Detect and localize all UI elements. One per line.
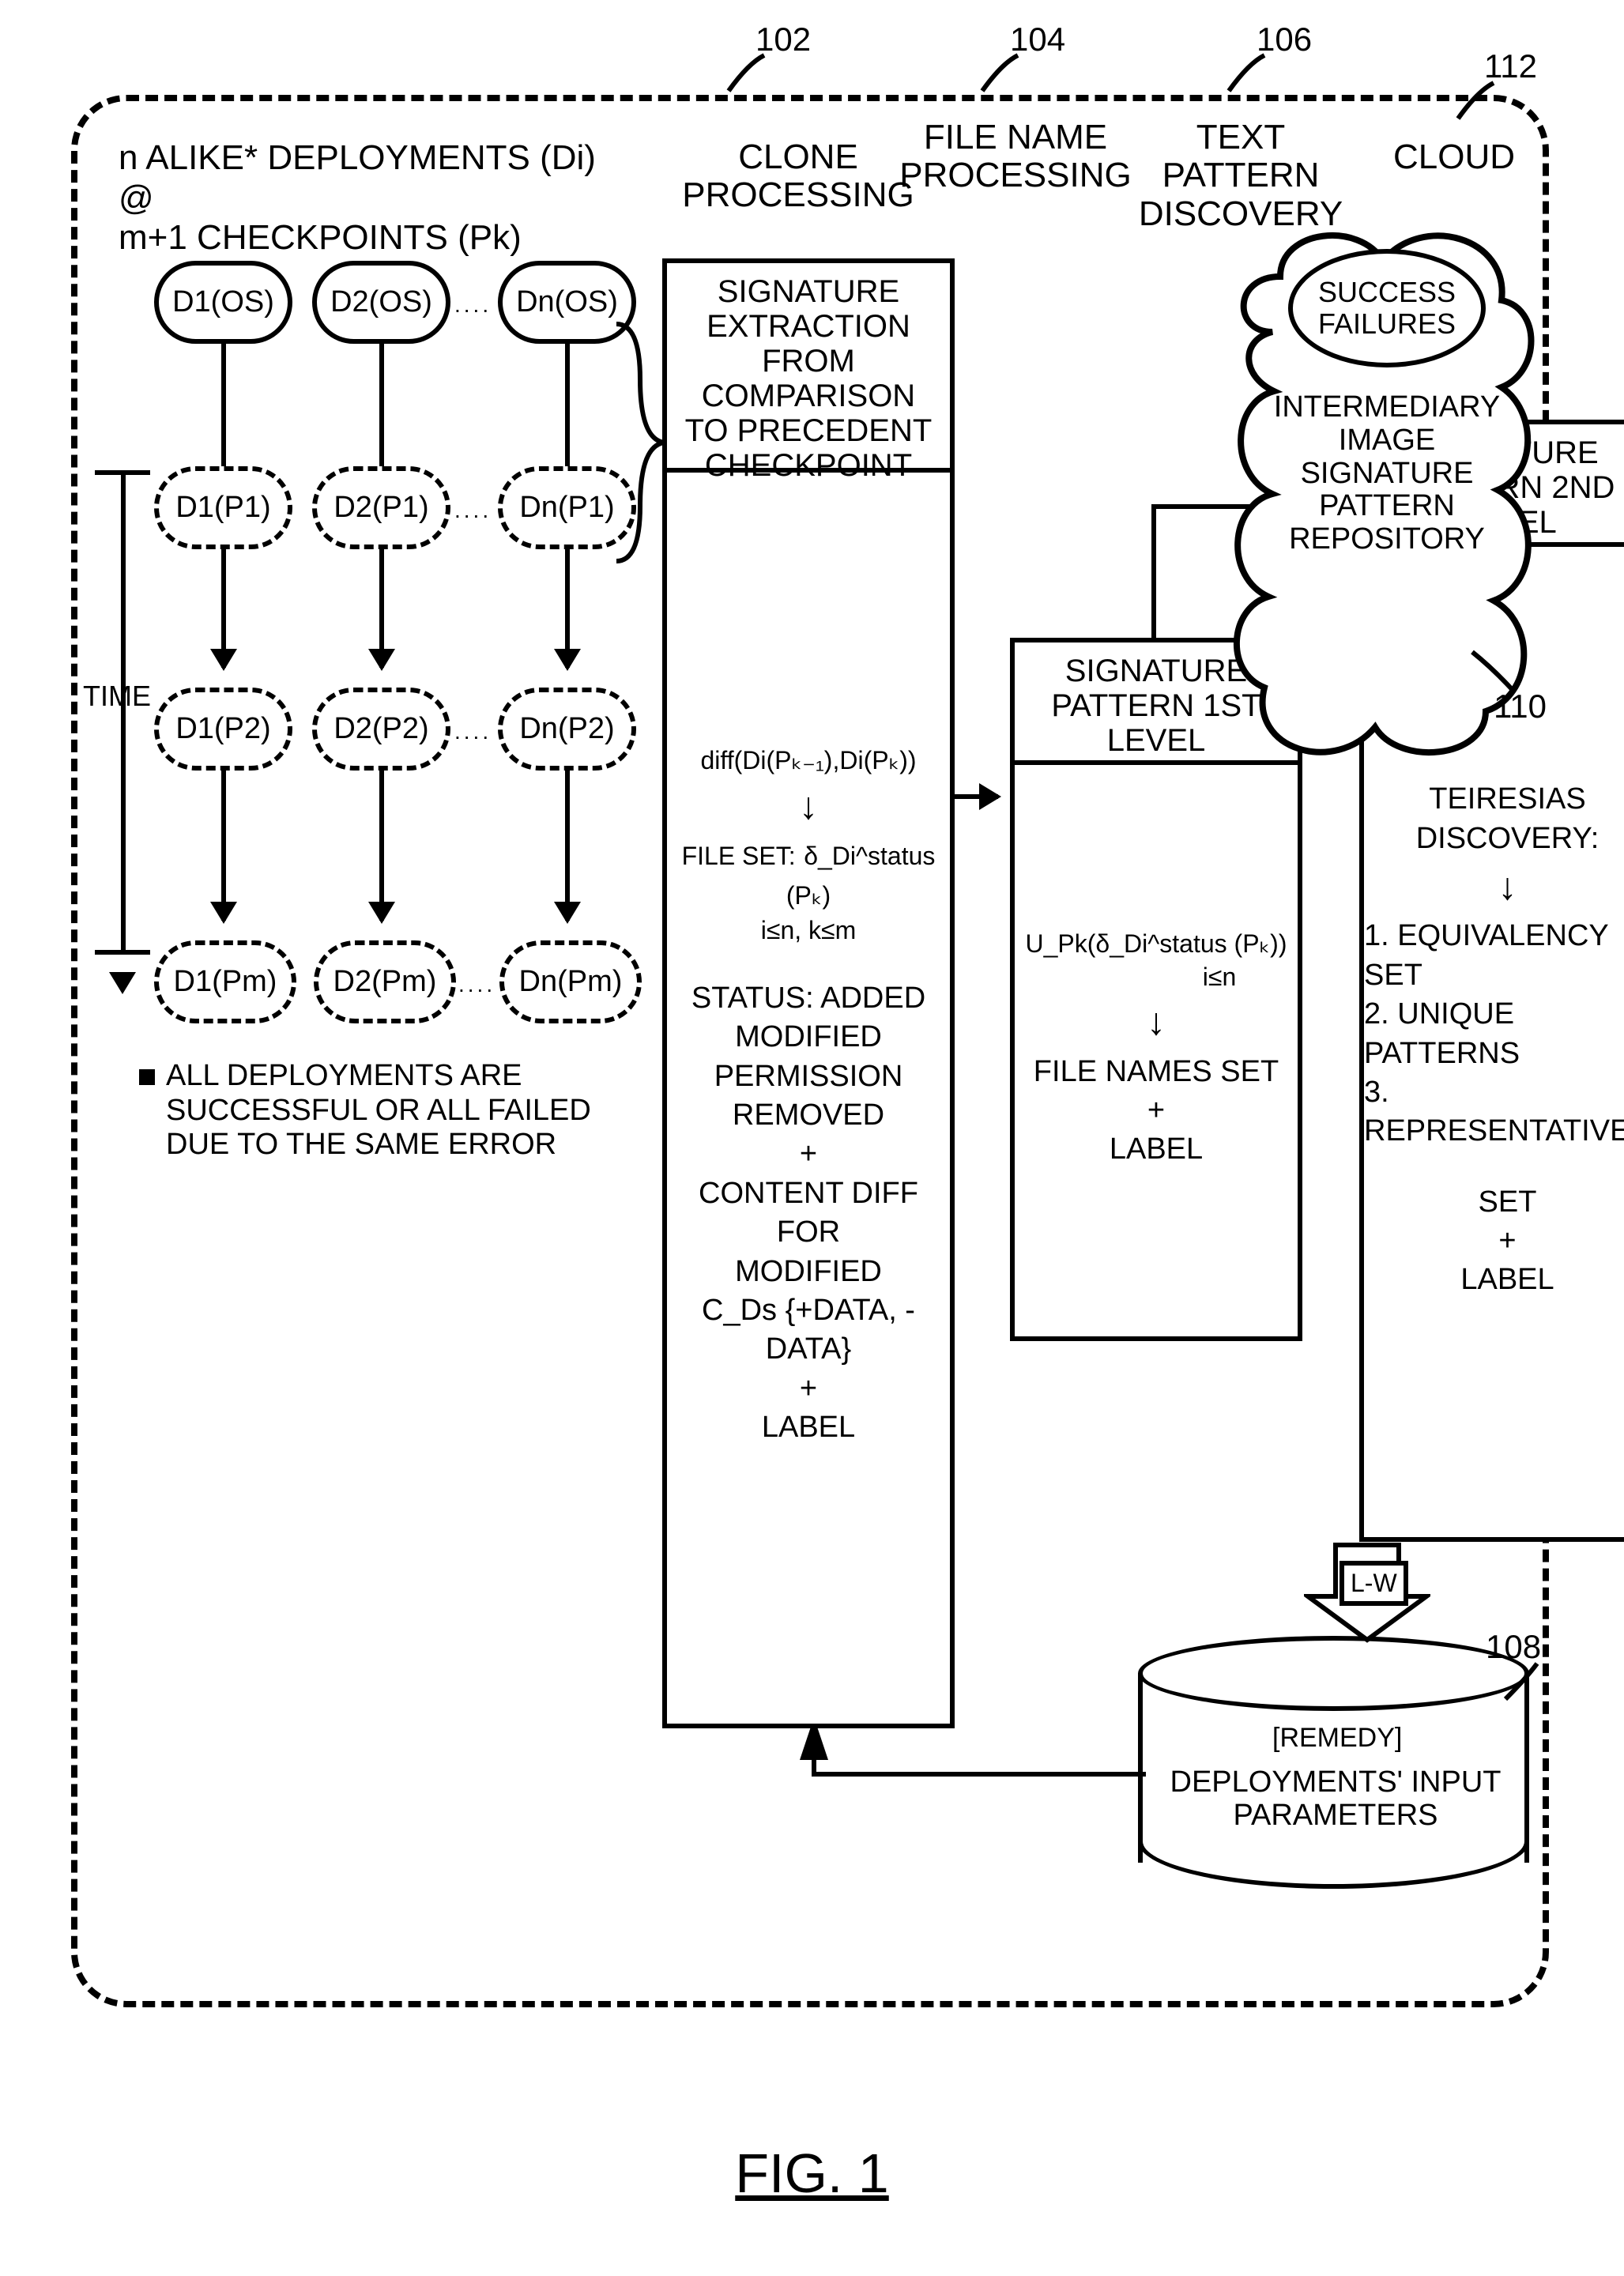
- proc-106-label: LABEL: [1460, 1260, 1554, 1299]
- n: FILE SET:: [682, 842, 796, 870]
- arrow-102-104: [955, 794, 998, 799]
- plus-sign: +: [800, 1135, 817, 1174]
- n: D1: [172, 285, 211, 319]
- proc-106-teiresias: TEIRESIAS DISCOVERY:: [1416, 780, 1600, 858]
- down-arrow-icon: ↓: [1147, 998, 1166, 1047]
- leader-104: [978, 51, 1042, 99]
- n: (OS): [369, 285, 432, 319]
- proc-102-title: SIGNATURE EXTRACTION FROM COMPARISON TO …: [667, 263, 950, 473]
- plus-sign: +: [800, 1370, 817, 1408]
- n: (P2): [372, 712, 429, 746]
- proc-102-cond: i≤n, k≤m: [761, 914, 856, 948]
- arrow-d2-p1-p2: [379, 549, 384, 668]
- n: D1: [175, 712, 214, 746]
- proc-102-status: STATUS: ADDED MODIFIED PERMISSION REMOVE…: [667, 979, 950, 1136]
- deployments-title: n ALIKE* DEPLOYMENTS (Di) @ m+1 CHECKPOI…: [119, 138, 624, 258]
- proc-106-set: SET: [1479, 1183, 1537, 1222]
- down-arrow-icon: ↓: [1498, 863, 1517, 912]
- arrow-d2-p2-pm: [379, 771, 384, 921]
- n: D1: [175, 491, 214, 525]
- arrow-d1-p1-p2: [221, 549, 226, 668]
- n: (P1): [558, 491, 615, 525]
- n: D1: [174, 965, 213, 999]
- cyl-remedy: [REMEDY]: [1272, 1723, 1402, 1754]
- n: (OS): [211, 285, 274, 319]
- arrow-d1-p2-pm: [221, 771, 226, 921]
- n: (Pm): [212, 965, 277, 999]
- node-dn-p2: Dn(P2): [498, 688, 636, 771]
- cloud-success-failures: SUCCESS FAILURES: [1288, 249, 1486, 367]
- footnote-bullet-icon: [139, 1069, 155, 1085]
- leader-110: [1468, 648, 1524, 695]
- down-arrow-icon: ↓: [799, 782, 818, 831]
- line-dn-os-p1: [565, 344, 570, 466]
- n: Dn: [519, 712, 558, 746]
- arrow-dn-p2-pm: [565, 771, 570, 921]
- line-d1-os-p1: [221, 344, 226, 466]
- figure-label: FIG. 1: [735, 2142, 888, 2205]
- node-d2-os: D2(OS): [312, 261, 450, 344]
- n: (Pm): [371, 965, 436, 999]
- plus-sign: +: [1147, 1091, 1165, 1130]
- n: Dn: [519, 965, 558, 999]
- line-d2-os-p1: [379, 344, 384, 466]
- n: (OS): [555, 285, 618, 319]
- proc-104-cond: i≤n: [1203, 961, 1236, 994]
- time-tick-bot: [95, 950, 150, 955]
- node-d2-p2: D2(P2): [312, 688, 450, 771]
- proc-102-diff: diff(Di(Pₖ₋₁),Di(Pₖ)): [701, 744, 917, 778]
- lw-indicator: L-W: [1340, 1561, 1408, 1606]
- arrow-dn-p1-p2: [565, 549, 570, 668]
- hdots-pm: ....: [458, 972, 495, 997]
- node-d1-p1: D1(P1): [154, 466, 292, 549]
- footnote-text: ALL DEPLOYMENTS ARE SUCCESSFUL OR ALL FA…: [166, 1059, 656, 1162]
- cylinder-108: [REMEDY] DEPLOYMENTS' INPUT PARAMETERS: [1138, 1636, 1529, 1897]
- node-d1-pm: D1(Pm): [154, 940, 296, 1023]
- proc-104-filenames: FILE NAMES SET: [1034, 1053, 1279, 1091]
- proc-106-items: 1. EQUIVALENCY SET 2. UNIQUE PATTERNS 3.…: [1364, 917, 1624, 1151]
- cloud-repo-text: INTERMEDIARY IMAGE SIGNATURE PATTERN REP…: [1268, 391, 1505, 556]
- node-d2-p1: D2(P1): [312, 466, 450, 549]
- proc-box-102: SIGNATURE EXTRACTION FROM COMPARISON TO …: [662, 258, 955, 1728]
- proc-104-union: U_Pk(δ_Di^status (Pₖ)): [1026, 928, 1287, 961]
- hdots-p1: ....: [454, 498, 492, 523]
- node-d2-pm: D2(Pm): [314, 940, 456, 1023]
- proc-104-label: LABEL: [1110, 1130, 1203, 1169]
- time-label: TIME: [83, 680, 151, 713]
- n: D2: [333, 965, 372, 999]
- node-d1-p2: D1(P2): [154, 688, 292, 771]
- arrow-cyl-to-102: [782, 1727, 1162, 1869]
- n: (P1): [372, 491, 429, 525]
- leader-108: [1502, 1660, 1549, 1707]
- leader-106: [1225, 51, 1288, 99]
- node-d1-os: D1(OS): [154, 261, 292, 344]
- n: SUCCESS FAILURES: [1318, 277, 1456, 339]
- n: D2: [333, 491, 372, 525]
- n: δ_Di^status (Pₖ): [786, 842, 936, 909]
- n: (Pm): [557, 965, 622, 999]
- node-dn-pm: Dn(Pm): [499, 940, 642, 1023]
- plus-sign: +: [1498, 1222, 1516, 1260]
- proc-102-content: CONTENT DIFF FOR MODIFIED C_Ds {+DATA, -…: [667, 1174, 950, 1370]
- hdots-p2: ....: [454, 719, 492, 744]
- n: Dn: [516, 285, 555, 319]
- n: (P2): [214, 712, 271, 746]
- n: (P1): [214, 491, 271, 525]
- hdots-os: ....: [454, 292, 492, 318]
- leader-102: [725, 51, 788, 99]
- n: (P2): [558, 712, 615, 746]
- proc-102-label: LABEL: [762, 1408, 855, 1447]
- col-label-cloud: CLOUD: [1391, 138, 1517, 176]
- col-label-file: FILE NAME PROCESSING: [897, 119, 1134, 195]
- n: D2: [330, 285, 369, 319]
- n: Dn: [519, 491, 558, 525]
- cyl-text: DEPLOYMENTS' INPUT PARAMETERS: [1162, 1766, 1509, 1833]
- time-arrowhead: [109, 972, 136, 994]
- n: D2: [333, 712, 372, 746]
